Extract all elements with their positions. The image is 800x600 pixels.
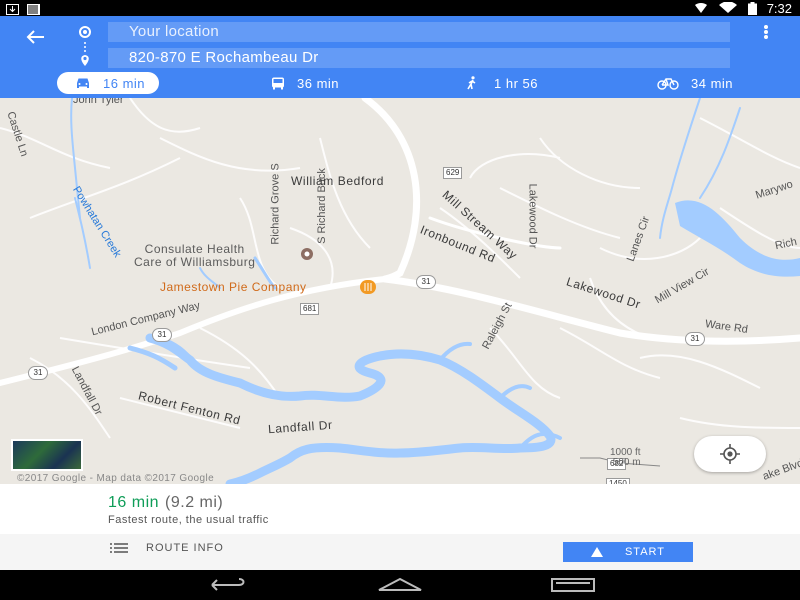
poi-label[interactable]: Consulate Health Care of Williamsburg — [134, 243, 255, 269]
back-arrow-icon — [26, 30, 44, 44]
directions-header: Your location 820-870 E Rochambeau Dr 16… — [0, 16, 800, 98]
back-button[interactable] — [20, 22, 50, 52]
overflow-menu-button[interactable] — [760, 24, 772, 40]
walk-icon — [467, 76, 476, 90]
start-navigation-button[interactable]: START — [563, 542, 693, 562]
transit-time: 36 min — [297, 75, 340, 91]
barcode-icon — [27, 2, 40, 15]
route-shield: 681 — [300, 303, 320, 315]
start-label: START — [624, 546, 666, 558]
home-icon — [378, 577, 422, 591]
car-icon — [77, 78, 89, 88]
back-icon — [211, 578, 245, 591]
route-info-label: ROUTE INFO — [146, 542, 224, 554]
download-icon — [6, 2, 19, 15]
system-back-button[interactable] — [204, 575, 254, 595]
route-info-button[interactable]: ROUTE INFO — [110, 542, 224, 554]
system-nav-bar — [0, 570, 800, 600]
navigation-arrow-icon — [590, 547, 603, 557]
route-shield: 31 — [685, 332, 705, 346]
map-view[interactable]: John Tyler Castle Ln Powhatan Creek Rich… — [0, 98, 800, 484]
map-scale: 1000 ft 500 m — [610, 447, 641, 468]
system-home-button[interactable] — [375, 575, 425, 595]
wifi-icon — [718, 2, 737, 13]
route-actions: ROUTE INFO START — [0, 534, 800, 570]
route-summary-sheet[interactable]: 16 min (9.2 mi) Fastest route, the usual … — [0, 484, 800, 570]
status-bar: 7:32 — [0, 0, 800, 16]
tab-transit[interactable]: 36 min — [271, 72, 339, 94]
tab-walk[interactable]: 1 hr 56 — [466, 72, 538, 94]
street-label: Lakewood Dr — [526, 183, 539, 249]
recents-icon — [551, 578, 595, 592]
battery-icon — [747, 1, 757, 15]
origin-field[interactable]: Your location — [108, 22, 730, 42]
travel-mode-tabs: 16 min 36 min 1 hr 56 34 min — [0, 72, 800, 98]
system-recents-button[interactable] — [548, 575, 598, 595]
bicycle-icon — [657, 77, 679, 90]
signal-icon — [694, 2, 707, 13]
list-icon — [110, 543, 128, 553]
route-description: Fastest route, the usual traffic — [108, 514, 269, 526]
route-shield: 31 — [28, 366, 48, 380]
walk-time: 1 hr 56 — [494, 75, 538, 91]
route-shield: 629 — [443, 167, 463, 179]
satellite-layer-button[interactable] — [11, 439, 83, 471]
street-label: William Bedford — [291, 174, 385, 188]
bus-icon — [272, 77, 284, 89]
map-copyright: ©2017 Google - Map data ©2017 Google — [17, 473, 215, 484]
route-shield: 31 — [416, 275, 436, 289]
route-shield: 31 — [152, 328, 172, 342]
route-endpoints-icon — [79, 26, 91, 66]
bike-time: 34 min — [691, 75, 734, 91]
tab-drive[interactable]: 16 min — [57, 72, 160, 94]
notification-icons — [6, 2, 40, 15]
route-summary: 16 min (9.2 mi) — [108, 494, 223, 512]
drive-time: 16 min — [103, 75, 146, 91]
destination-field[interactable]: 820-870 E Rochambeau Dr — [108, 48, 730, 68]
restaurant-label[interactable]: Jamestown Pie Company — [160, 280, 307, 294]
my-location-button[interactable] — [694, 436, 766, 472]
crosshair-icon — [720, 444, 740, 464]
status-time: 7:32 — [766, 0, 792, 16]
poi-marker-icon[interactable] — [300, 247, 314, 261]
route-distance: (9.2 mi) — [165, 494, 224, 511]
restaurant-marker-icon[interactable] — [360, 280, 376, 294]
route-duration: 16 min — [108, 494, 160, 511]
street-label: Richard Grove S — [269, 163, 282, 245]
tab-bike[interactable]: 34 min — [657, 72, 733, 94]
street-label: John Tyler — [73, 98, 124, 106]
